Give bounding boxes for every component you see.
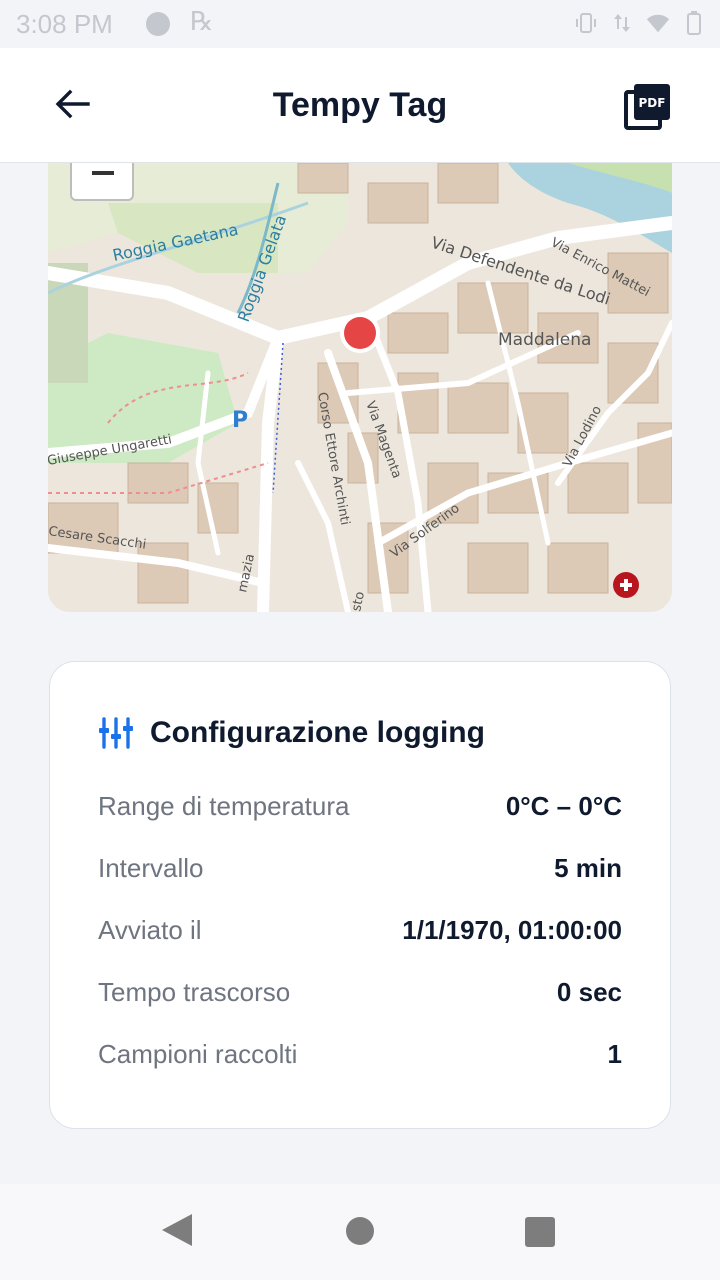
app-bar: Tempy Tag PDF	[0, 48, 720, 163]
status-bar: 3:08 PM ℞	[0, 0, 720, 48]
page-title: Tempy Tag	[272, 86, 448, 124]
nav-back-icon[interactable]	[162, 1214, 192, 1246]
row-label: Intervallo	[98, 852, 204, 883]
notification-dot-icon	[146, 12, 170, 36]
config-row-elapsed: Tempo trascorso 0 sec	[98, 972, 622, 1012]
row-label: Tempo trascorso	[98, 976, 291, 1007]
prescription-icon: ℞	[190, 6, 214, 36]
location-marker-icon[interactable]	[340, 313, 380, 353]
logging-config-card: Configurazione logging Range di temperat…	[49, 661, 671, 1129]
config-row-interval: Intervallo 5 min	[98, 848, 622, 888]
card-header: Configurazione logging	[98, 716, 485, 750]
sliders-icon	[99, 717, 133, 749]
vibrate-icon	[576, 13, 596, 33]
config-row-started: Avviato il 1/1/1970, 01:00:00	[98, 910, 622, 950]
status-icons	[574, 10, 706, 36]
status-time: 3:08 PM	[16, 9, 113, 39]
card-title: Configurazione logging	[150, 716, 485, 749]
pdf-icon[interactable]: PDF	[624, 82, 672, 130]
row-value: 0°C – 0°C	[505, 790, 622, 821]
row-label: Campioni raccolti	[98, 1038, 298, 1069]
row-value: 0 sec	[556, 976, 622, 1007]
pdf-badge-text: PDF	[639, 96, 666, 110]
parking-icon: P	[232, 408, 248, 433]
row-value: 5 min	[554, 852, 622, 883]
config-row-range: Range di temperatura 0°C – 0°C	[98, 786, 622, 826]
nav-home-icon[interactable]	[346, 1217, 374, 1245]
map-view[interactable]: Roggia Gaetana Roggia Gelata Via Defende…	[48, 163, 672, 612]
nav-recents-icon[interactable]	[525, 1217, 555, 1247]
battery-icon	[687, 11, 701, 35]
wifi-icon	[646, 14, 670, 33]
row-value: 1	[607, 1038, 622, 1069]
map-label-maddalena: Maddalena	[498, 330, 591, 350]
row-label: Avviato il	[98, 914, 202, 945]
hospital-icon	[613, 572, 639, 598]
data-arrows-icon	[614, 14, 630, 32]
zoom-out-button[interactable]	[70, 163, 134, 201]
minus-icon	[92, 171, 114, 175]
row-value: 1/1/1970, 01:00:00	[402, 914, 622, 945]
row-label: Range di temperatura	[98, 790, 350, 821]
map-canvas[interactable]: Roggia Gaetana Roggia Gelata Via Defende…	[48, 163, 672, 612]
config-row-samples: Campioni raccolti 1	[98, 1034, 622, 1074]
